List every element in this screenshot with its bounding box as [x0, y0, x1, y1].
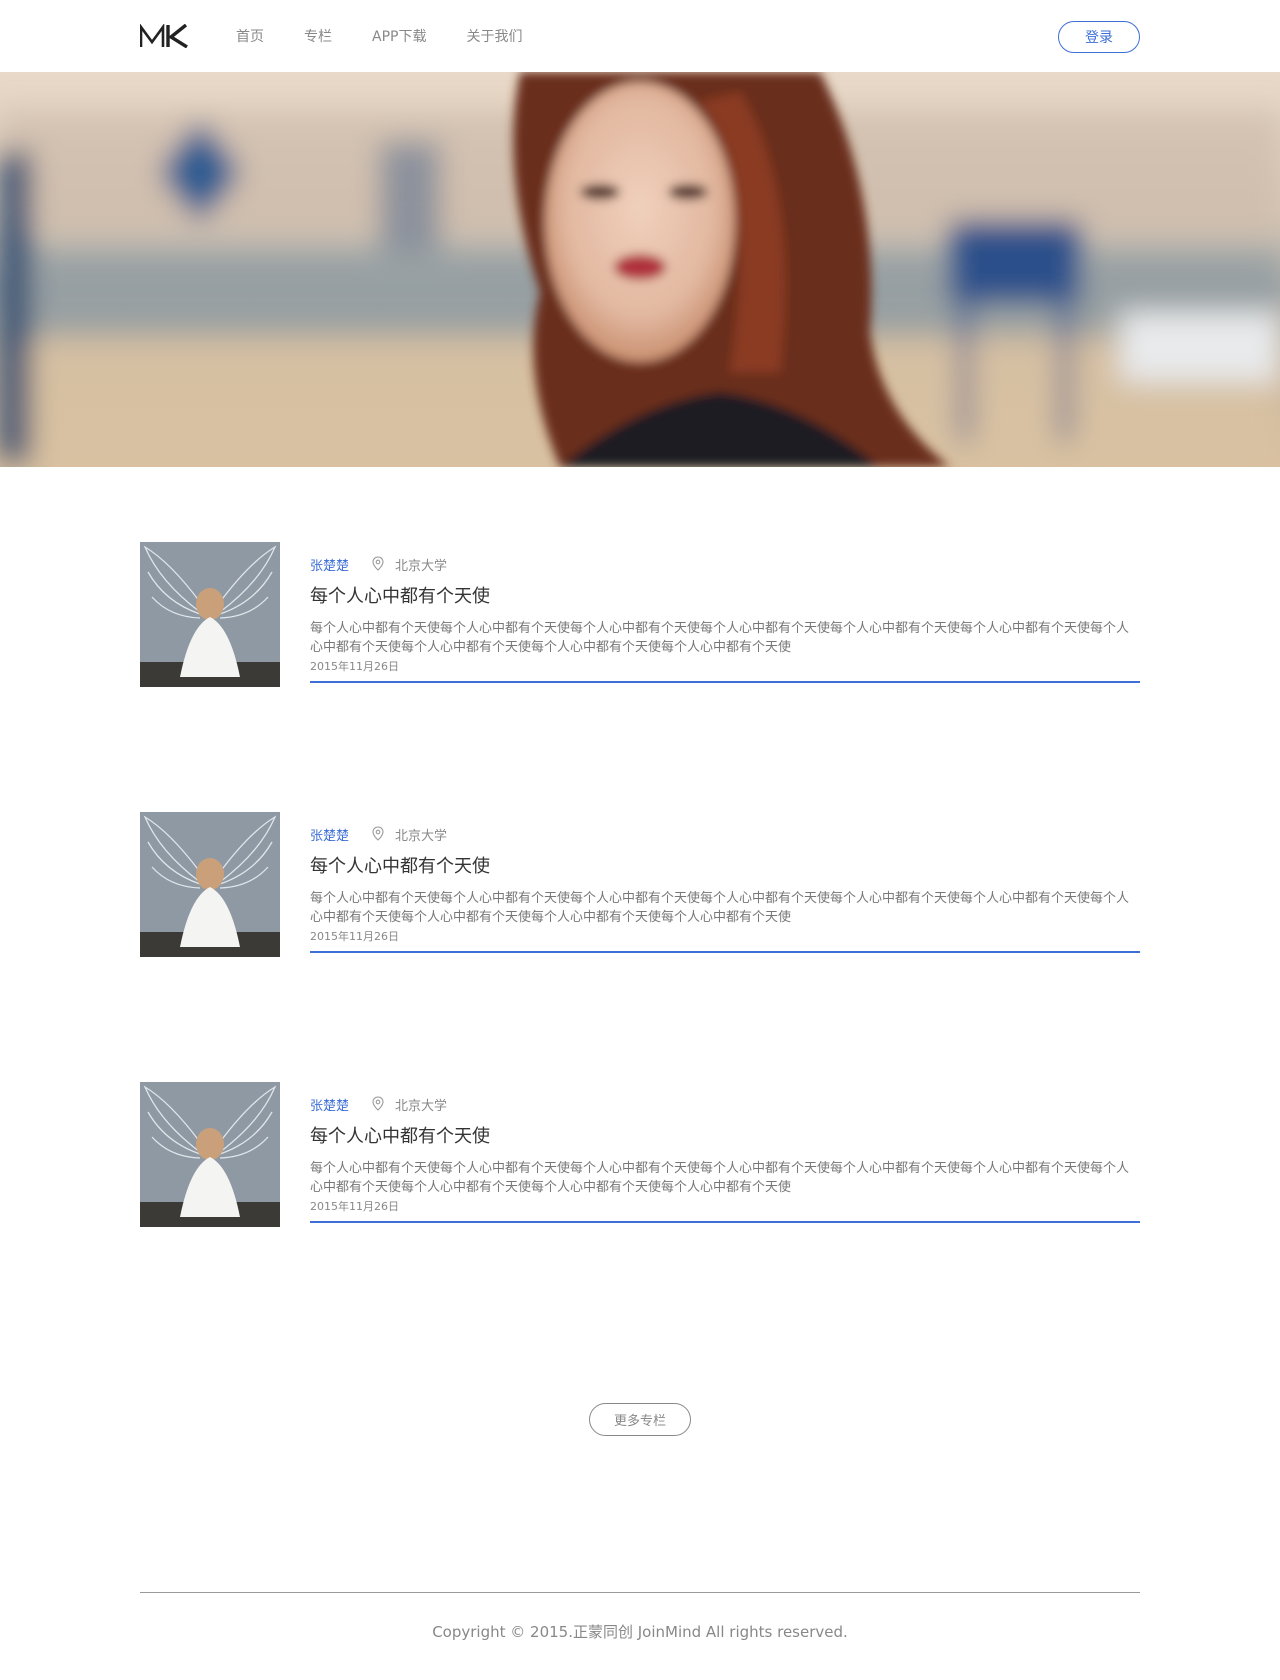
article-card[interactable]: 张楚楚 北京大学 每个人心中都有个天使 每个人心中都有个天使每个人心中都有个天使…	[140, 1082, 1140, 1227]
hero-image	[0, 72, 1280, 467]
login-button[interactable]: 登录	[1058, 21, 1140, 53]
mk-logo[interactable]	[140, 24, 188, 48]
article-divider	[310, 951, 1140, 953]
article-meta: 张楚楚 北京大学	[310, 1094, 447, 1114]
article-date: 2015年11月26日	[310, 660, 399, 673]
article-date: 2015年11月26日	[310, 930, 399, 943]
location-label: 北京大学	[395, 1098, 448, 1114]
article-date: 2015年11月26日	[310, 1200, 399, 1213]
nav-column[interactable]: 专栏	[304, 26, 332, 48]
site-header: 首页 专栏 APP下载 关于我们 登录	[0, 0, 1280, 72]
article-divider	[310, 1221, 1140, 1223]
hero-banner	[0, 72, 1280, 467]
location-label: 北京大学	[395, 828, 448, 844]
article-divider	[310, 681, 1140, 683]
angel-image	[140, 1082, 280, 1227]
location-pin-icon	[372, 826, 384, 841]
article-excerpt: 每个人心中都有个天使每个人心中都有个天使每个人心中都有个天使每个人心中都有个天使…	[310, 621, 1130, 655]
article-card[interactable]: 张楚楚 北京大学 每个人心中都有个天使 每个人心中都有个天使每个人心中都有个天使…	[140, 542, 1140, 687]
article-excerpt: 每个人心中都有个天使每个人心中都有个天使每个人心中都有个天使每个人心中都有个天使…	[310, 1161, 1130, 1195]
nav-home[interactable]: 首页	[236, 26, 264, 48]
article-title[interactable]: 每个人心中都有个天使	[310, 582, 490, 608]
author-name[interactable]: 张楚楚	[310, 555, 349, 574]
article-title[interactable]: 每个人心中都有个天使	[310, 1122, 490, 1148]
article-meta: 张楚楚 北京大学	[310, 554, 447, 574]
angel-image	[140, 812, 280, 957]
nav-about[interactable]: 关于我们	[466, 26, 522, 48]
main-nav: 首页 专栏 APP下载 关于我们	[236, 26, 562, 48]
location-pin-icon	[372, 1096, 384, 1111]
location-label: 北京大学	[395, 558, 448, 574]
angel-image	[140, 542, 280, 687]
article-title[interactable]: 每个人心中都有个天使	[310, 852, 490, 878]
author-name[interactable]: 张楚楚	[310, 825, 349, 844]
footer-divider	[140, 1592, 1140, 1593]
article-thumbnail[interactable]	[140, 812, 280, 957]
article-thumbnail[interactable]	[140, 542, 280, 687]
more-columns-button[interactable]: 更多专栏	[589, 1403, 691, 1436]
article-thumbnail[interactable]	[140, 1082, 280, 1227]
nav-app-download[interactable]: APP下载	[372, 26, 426, 48]
author-name[interactable]: 张楚楚	[310, 1095, 349, 1114]
copyright-text: Copyright © 2015.正蒙同创 JoinMind All right…	[432, 1623, 848, 1641]
article-card[interactable]: 张楚楚 北京大学 每个人心中都有个天使 每个人心中都有个天使每个人心中都有个天使…	[140, 812, 1140, 957]
location-pin-icon	[372, 556, 384, 571]
article-meta: 张楚楚 北京大学	[310, 824, 447, 844]
article-excerpt: 每个人心中都有个天使每个人心中都有个天使每个人心中都有个天使每个人心中都有个天使…	[310, 891, 1130, 925]
